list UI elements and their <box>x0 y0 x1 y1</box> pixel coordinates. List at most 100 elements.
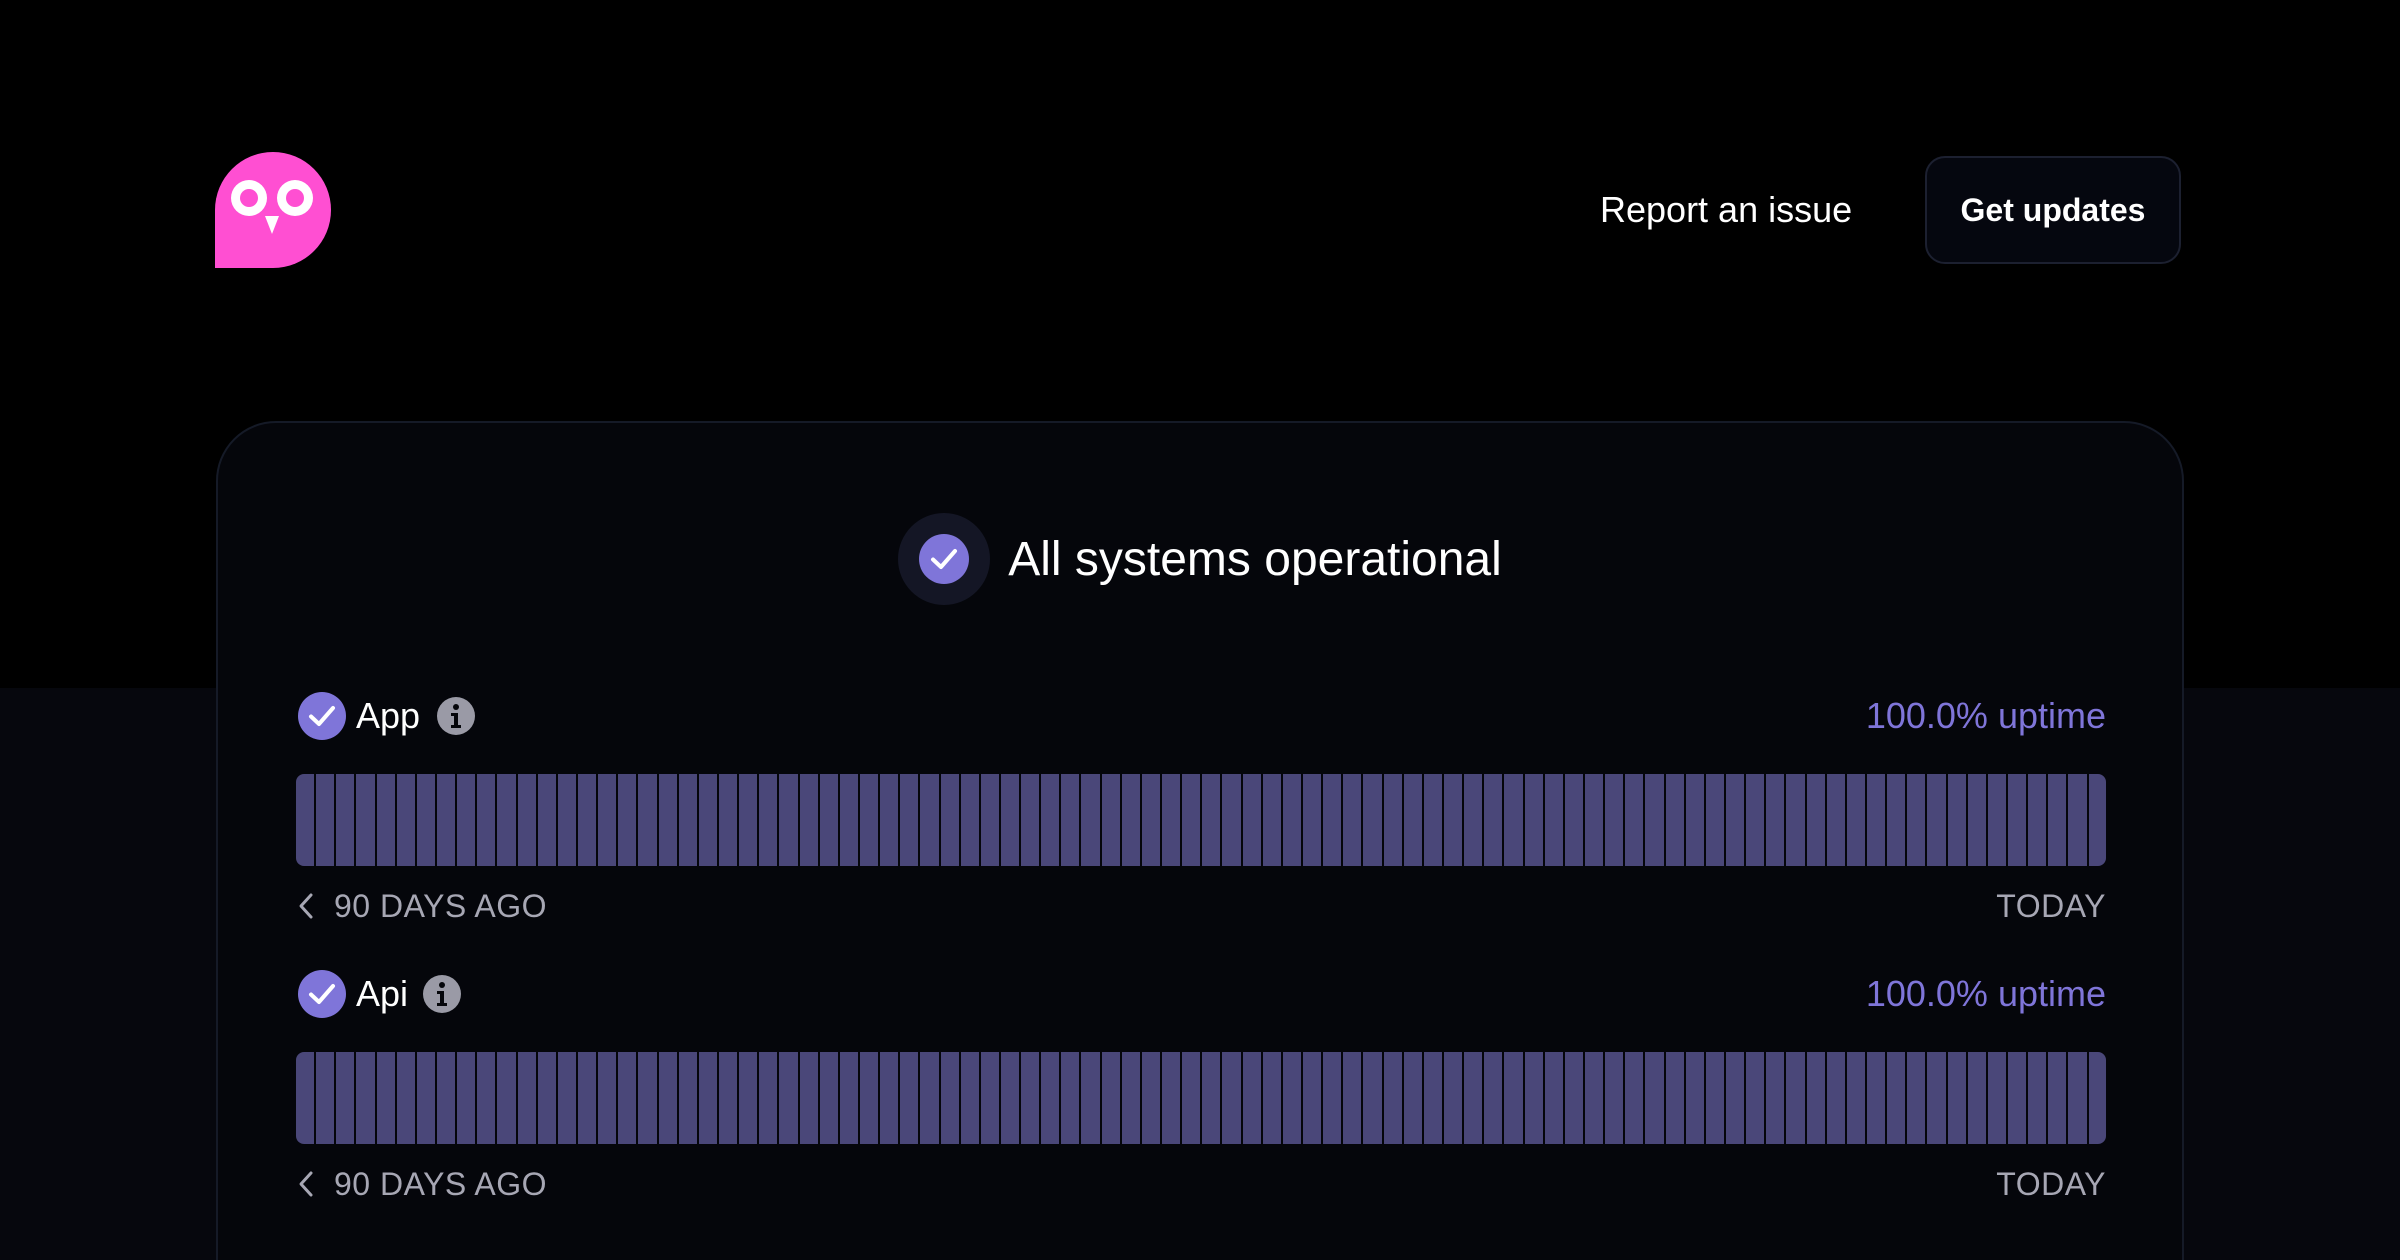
uptime-day-segment[interactable] <box>1665 1052 1684 1144</box>
uptime-day-segment[interactable] <box>1101 774 1120 866</box>
uptime-day-segment[interactable] <box>1141 774 1161 866</box>
owl-logo-icon[interactable] <box>215 152 331 268</box>
info-icon[interactable] <box>422 974 462 1014</box>
uptime-day-segment[interactable] <box>1645 1052 1664 1144</box>
uptime-day-segment[interactable] <box>779 1052 798 1144</box>
uptime-day-segment[interactable] <box>819 774 838 866</box>
uptime-day-segment[interactable] <box>1524 1052 1543 1144</box>
uptime-day-segment[interactable] <box>1162 1052 1181 1144</box>
uptime-day-segment[interactable] <box>1444 1052 1463 1144</box>
uptime-day-segment[interactable] <box>638 774 657 866</box>
uptime-day-segment[interactable] <box>1000 1052 1020 1144</box>
uptime-day-segment[interactable] <box>1162 774 1181 866</box>
uptime-day-segment[interactable] <box>517 1052 536 1144</box>
uptime-day-segment[interactable] <box>296 774 315 866</box>
uptime-day-segment[interactable] <box>880 774 899 866</box>
uptime-day-segment[interactable] <box>296 1052 315 1144</box>
uptime-day-segment[interactable] <box>316 774 335 866</box>
uptime-day-segment[interactable] <box>678 1052 697 1144</box>
uptime-day-segment[interactable] <box>980 1052 999 1144</box>
uptime-day-segment[interactable] <box>2068 1052 2087 1144</box>
uptime-day-segment[interactable] <box>1947 1052 1966 1144</box>
uptime-day-segment[interactable] <box>1202 774 1221 866</box>
uptime-day-segment[interactable] <box>598 774 617 866</box>
uptime-day-segment[interactable] <box>316 1052 335 1144</box>
uptime-day-segment[interactable] <box>598 1052 617 1144</box>
uptime-day-segment[interactable] <box>880 1052 899 1144</box>
uptime-day-segment[interactable] <box>2028 774 2047 866</box>
uptime-day-segment[interactable] <box>1625 774 1644 866</box>
uptime-day-segment[interactable] <box>839 774 858 866</box>
uptime-day-segment[interactable] <box>1423 1052 1443 1144</box>
uptime-day-segment[interactable] <box>1846 1052 1865 1144</box>
uptime-day-segment[interactable] <box>2048 1052 2067 1144</box>
uptime-day-segment[interactable] <box>356 774 375 866</box>
uptime-day-segment[interactable] <box>477 1052 496 1144</box>
uptime-day-segment[interactable] <box>1242 1052 1261 1144</box>
uptime-day-segment[interactable] <box>859 1052 879 1144</box>
uptime-day-segment[interactable] <box>517 774 536 866</box>
uptime-day-segment[interactable] <box>1746 774 1765 866</box>
uptime-day-segment[interactable] <box>2088 774 2106 866</box>
uptime-day-segment[interactable] <box>1081 1052 1100 1144</box>
uptime-day-segment[interactable] <box>1363 774 1382 866</box>
uptime-day-segment[interactable] <box>920 1052 939 1144</box>
uptime-day-segment[interactable] <box>759 1052 778 1144</box>
uptime-day-segment[interactable] <box>698 1052 717 1144</box>
uptime-day-segment[interactable] <box>457 1052 476 1144</box>
uptime-day-segment[interactable] <box>1182 774 1201 866</box>
uptime-day-segment[interactable] <box>1484 1052 1503 1144</box>
uptime-day-segment[interactable] <box>1403 1052 1422 1144</box>
uptime-day-segment[interactable] <box>396 774 415 866</box>
uptime-day-segment[interactable] <box>1665 774 1684 866</box>
uptime-day-segment[interactable] <box>1504 1052 1523 1144</box>
uptime-day-segment[interactable] <box>1524 774 1543 866</box>
uptime-day-segment[interactable] <box>1262 1052 1281 1144</box>
uptime-day-segment[interactable] <box>1101 1052 1120 1144</box>
uptime-day-segment[interactable] <box>356 1052 375 1144</box>
uptime-day-segment[interactable] <box>739 1052 758 1144</box>
uptime-bar[interactable] <box>296 774 2106 866</box>
uptime-day-segment[interactable] <box>1202 1052 1221 1144</box>
uptime-day-segment[interactable] <box>799 1052 818 1144</box>
info-icon[interactable] <box>436 696 476 736</box>
uptime-day-segment[interactable] <box>1786 774 1805 866</box>
uptime-day-segment[interactable] <box>1806 1052 1825 1144</box>
uptime-day-segment[interactable] <box>497 774 516 866</box>
uptime-day-segment[interactable] <box>799 774 818 866</box>
uptime-day-segment[interactable] <box>1383 774 1402 866</box>
uptime-day-segment[interactable] <box>739 774 758 866</box>
uptime-day-segment[interactable] <box>1021 774 1040 866</box>
uptime-day-segment[interactable] <box>940 774 959 866</box>
uptime-day-segment[interactable] <box>1282 774 1302 866</box>
uptime-day-segment[interactable] <box>416 774 435 866</box>
uptime-day-segment[interactable] <box>2028 1052 2047 1144</box>
uptime-day-segment[interactable] <box>537 1052 556 1144</box>
uptime-day-segment[interactable] <box>1323 774 1342 866</box>
uptime-day-segment[interactable] <box>1907 774 1926 866</box>
uptime-day-segment[interactable] <box>1685 1052 1704 1144</box>
uptime-day-segment[interactable] <box>1343 774 1362 866</box>
uptime-day-segment[interactable] <box>1786 1052 1805 1144</box>
uptime-day-segment[interactable] <box>1846 774 1865 866</box>
uptime-day-segment[interactable] <box>1061 1052 1080 1144</box>
uptime-day-segment[interactable] <box>1806 774 1825 866</box>
uptime-day-segment[interactable] <box>2007 774 2027 866</box>
uptime-day-segment[interactable] <box>1564 774 1583 866</box>
uptime-day-segment[interactable] <box>1262 774 1281 866</box>
uptime-day-segment[interactable] <box>900 1052 919 1144</box>
uptime-day-segment[interactable] <box>1947 774 1966 866</box>
uptime-day-segment[interactable] <box>1222 774 1241 866</box>
uptime-day-segment[interactable] <box>2068 774 2087 866</box>
uptime-day-segment[interactable] <box>1987 774 2006 866</box>
uptime-day-segment[interactable] <box>1303 774 1322 866</box>
uptime-day-segment[interactable] <box>1967 774 1986 866</box>
uptime-day-segment[interactable] <box>1766 774 1785 866</box>
uptime-day-segment[interactable] <box>1242 774 1261 866</box>
uptime-day-segment[interactable] <box>1987 1052 2006 1144</box>
uptime-day-segment[interactable] <box>1685 774 1704 866</box>
uptime-day-segment[interactable] <box>1907 1052 1926 1144</box>
uptime-day-segment[interactable] <box>436 774 456 866</box>
uptime-day-segment[interactable] <box>2007 1052 2027 1144</box>
uptime-day-segment[interactable] <box>1000 774 1020 866</box>
